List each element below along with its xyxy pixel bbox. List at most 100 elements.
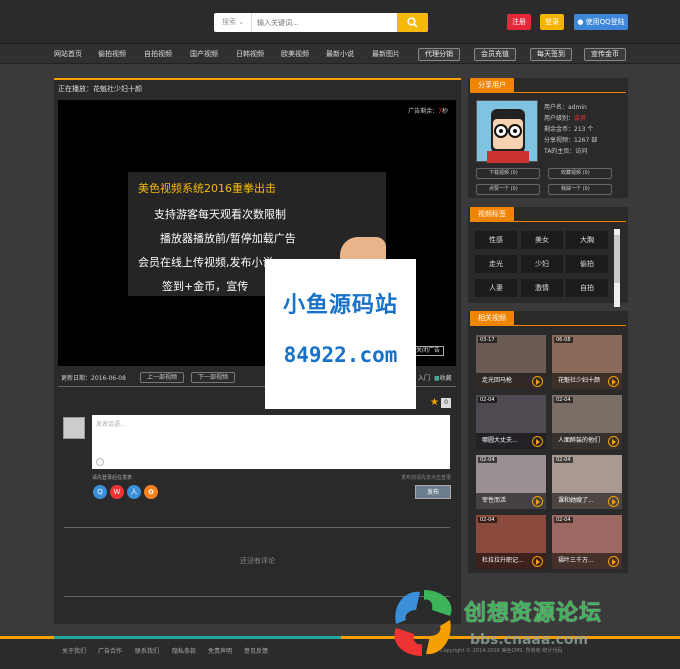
play-icon[interactable] [608, 556, 619, 567]
tag-sexy[interactable]: 性感 [475, 231, 517, 249]
user-info-coins: 剩余金币：213 个 [544, 126, 594, 133]
tags-scrollbar[interactable] [614, 229, 620, 307]
next-video-button[interactable]: 下一部视频 [191, 372, 236, 383]
promo-line: 播放器播放前/暂停加载广告 [160, 232, 296, 245]
title-underline [470, 325, 626, 326]
nav-button-agent[interactable]: 代理分销 [418, 48, 460, 61]
tag-busty[interactable]: 大胸 [566, 231, 608, 249]
watermark-site-domain: 84922.com [283, 343, 398, 367]
update-date: 更新日期：2016-06-08 [61, 375, 126, 382]
nav-item-selfie[interactable]: 自拍视频 [144, 44, 172, 64]
video-date: 02-04 [478, 457, 497, 463]
comment-placeholder: 发表话语... [96, 421, 126, 428]
close-ad-button[interactable]: 关闭广告 [411, 346, 444, 356]
right-link[interactable]: 入门 [418, 373, 430, 382]
play-icon[interactable] [532, 556, 543, 567]
search-input[interactable] [254, 13, 394, 32]
nerd-avatar-icon [487, 109, 529, 163]
play-icon[interactable] [608, 436, 619, 447]
related-video-card[interactable]: 03-17 走光回马枪 [476, 335, 546, 389]
footer-link-privacy[interactable]: 隐私条款 [172, 646, 196, 655]
search-type-select[interactable]: 搜索 ⌄ [214, 13, 252, 32]
footer-link-feedback[interactable]: 意见反馈 [244, 646, 268, 655]
qq-login-button[interactable]: ● 使用QQ登陆 [574, 14, 628, 30]
footer-link-disclaimer[interactable]: 免责声明 [208, 646, 232, 655]
play-icon[interactable] [532, 376, 543, 387]
play-icon[interactable] [532, 496, 543, 507]
search-icon [407, 17, 418, 28]
promo-line: 支持游客每天观看次数限制 [154, 208, 286, 221]
publish-button[interactable]: 发布 [415, 485, 451, 499]
footer-link-contact[interactable]: 联系我们 [135, 646, 159, 655]
tag-wife[interactable]: 人妻 [475, 279, 517, 297]
related-video-card[interactable]: 02-04 人面醉装的他们 [552, 395, 622, 449]
collect-button[interactable]: ■收藏 [434, 373, 452, 382]
forum-logo-icon [394, 590, 452, 656]
video-date: 03-17 [478, 337, 497, 343]
related-video-card[interactable]: 02-04 杜拉拉升职记... [476, 515, 546, 569]
other-share-icon[interactable]: ✿ [144, 485, 158, 499]
related-video-card[interactable]: 06-08 花魁社少妇十颜 [552, 335, 622, 389]
emoji-icon[interactable] [96, 458, 104, 466]
nav-item-home[interactable]: 网站首页 [54, 44, 82, 64]
video-date: 02-04 [554, 397, 573, 403]
favorite-video-button[interactable]: 收藏视频 (0) [548, 168, 612, 179]
like-button[interactable]: 点赞一个 (0) [476, 184, 540, 195]
user-info-homepage[interactable]: TA的主页：访问 [544, 146, 587, 155]
nav-item-western[interactable]: 欧美视频 [281, 44, 309, 64]
tag-passion[interactable]: 激情 [521, 279, 563, 297]
dislike-button[interactable]: 我踩一个 (0) [548, 184, 612, 195]
play-icon[interactable] [532, 436, 543, 447]
watermark-site-name: 小鱼源码站 [282, 293, 398, 318]
register-button[interactable]: 注册 [507, 14, 531, 30]
weibo-icon[interactable]: W [110, 485, 124, 499]
watermark-forum-url: bbs.cnaaa.com [470, 632, 589, 648]
ad-countdown: 广告剩余：7秒 [408, 108, 448, 115]
nav-item-novels[interactable]: 最新小说 [326, 44, 354, 64]
comment-input[interactable]: 发表话语... [92, 415, 450, 469]
tag-exposed[interactable]: 走光 [475, 255, 517, 273]
video-date: 02-04 [554, 457, 573, 463]
download-video-button[interactable]: 下载视频 (0) [476, 168, 540, 179]
footer-link-about[interactable]: 关于我们 [62, 646, 86, 655]
nav-button-recharge[interactable]: 会员充值 [474, 48, 516, 61]
divider [64, 527, 450, 528]
prev-video-button[interactable]: 上一部视频 [140, 372, 185, 383]
related-video-card[interactable]: 02-04 福叶三千万... [552, 515, 622, 569]
renren-icon[interactable]: 人 [127, 485, 141, 499]
nav-button-promo-coins[interactable]: 宣传金币 [584, 48, 626, 61]
login-button[interactable]: 登录 [540, 14, 564, 30]
qq-icon: ● [577, 18, 584, 26]
tag-young-wife[interactable]: 少妇 [521, 255, 563, 273]
nav-item-domestic[interactable]: 国产视频 [190, 44, 218, 64]
tag-selfie[interactable]: 自拍 [566, 279, 608, 297]
login-hint-right: 发布前请先去点击登录 [400, 475, 451, 481]
now-playing: 正在播放：花魁社少妇十颜 [58, 85, 142, 93]
tags-panel-title: 视频标签 [470, 207, 514, 222]
watermark-forum-name: 创想资源论坛 [464, 601, 603, 626]
footer-link-ads[interactable]: 广告合作 [98, 646, 122, 655]
play-icon[interactable] [608, 496, 619, 507]
star-count: 0 [441, 398, 451, 408]
nav-button-signin[interactable]: 每天签到 [530, 48, 572, 61]
related-video-card[interactable]: 02-04 哪圆大丈夫... [476, 395, 546, 449]
star-icon[interactable]: ★ [430, 397, 439, 408]
watermark-box: 小鱼源码站 84922.com [265, 259, 416, 409]
tags-panel: 视频标签 性感 美女 大胸 走光 少妇 偷拍 人妻 激情 自拍 [468, 207, 628, 307]
qq-share-icon[interactable]: Q [93, 485, 107, 499]
related-video-card[interactable]: 02-04 课和她嫂了... [552, 455, 622, 509]
user-avatar[interactable] [476, 100, 538, 163]
main-nav: 网站首页 偷拍视频 自拍视频 国产视频 日韩视频 欧美视频 最新小说 最新图片 … [0, 44, 680, 64]
nav-item-jpkr[interactable]: 日韩视频 [236, 44, 264, 64]
related-video-card[interactable]: 02-04 宰性而活 [476, 455, 546, 509]
scrollbar-thumb[interactable] [614, 235, 620, 283]
nav-item-candid[interactable]: 偷拍视频 [98, 44, 126, 64]
search-button[interactable] [397, 13, 428, 32]
play-icon[interactable] [608, 376, 619, 387]
promo-headline: 美色视频系统2016重拳出击 [138, 182, 276, 195]
video-date: 06-08 [554, 337, 573, 343]
tag-candid[interactable]: 偷拍 [566, 255, 608, 273]
nav-item-images[interactable]: 最新图片 [372, 44, 400, 64]
tag-beauty[interactable]: 美女 [521, 231, 563, 249]
no-comment-text: 还没有评论 [240, 557, 275, 565]
